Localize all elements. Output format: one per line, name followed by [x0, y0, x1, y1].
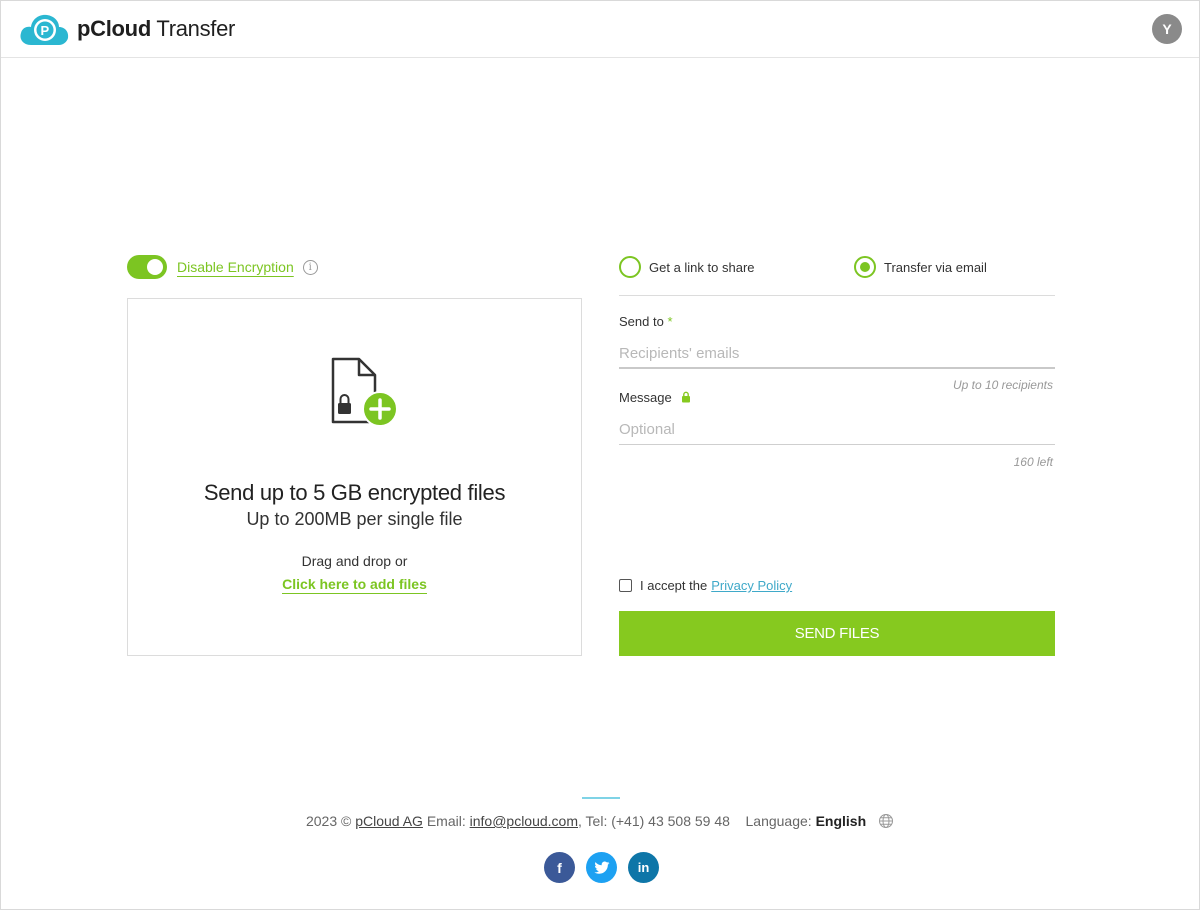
radio-label: Get a link to share: [649, 259, 755, 275]
message-input[interactable]: [619, 415, 1055, 445]
send-to-label: Send to *: [619, 314, 673, 329]
file-dropzone[interactable]: Send up to 5 GB encrypted files Up to 20…: [127, 298, 582, 656]
dropzone-subtitle: Up to 200MB per single file: [246, 509, 463, 529]
brand-name: pCloud Transfer: [77, 16, 236, 41]
toggle-knob: [147, 259, 163, 275]
svg-text:P: P: [41, 23, 50, 38]
transfer-mode-selector: Get a link to share Transfer via email: [619, 256, 1055, 296]
radio-get-link[interactable]: Get a link to share: [619, 256, 755, 278]
linkedin-icon[interactable]: in: [628, 852, 659, 883]
language-selector[interactable]: English: [816, 813, 867, 829]
lock-icon: [682, 391, 691, 403]
disable-encryption-link[interactable]: Disable Encryption: [177, 259, 294, 275]
add-files-link[interactable]: Click here to add files: [282, 576, 427, 594]
footer-info: 2023 © pCloud AG Email: info@pcloud.com,…: [1, 813, 1199, 829]
footer-divider: [582, 797, 620, 799]
pcloud-logo[interactable]: P pCloud Transfer: [19, 11, 235, 47]
radio-circle: [619, 256, 641, 278]
recipients-hint: Up to 10 recipients: [952, 378, 1053, 392]
radio-transfer-email[interactable]: Transfer via email: [854, 256, 987, 278]
user-avatar[interactable]: Y: [1152, 14, 1182, 44]
send-files-button[interactable]: SEND FILES: [619, 611, 1055, 656]
dropzone-title: Send up to 5 GB encrypted files: [203, 480, 506, 505]
encryption-toggle[interactable]: [127, 255, 167, 279]
accept-text: I accept the: [640, 578, 708, 593]
encrypted-file-add-icon: [331, 357, 398, 427]
privacy-policy-link[interactable]: Privacy Policy: [711, 578, 792, 593]
required-mark: *: [667, 314, 673, 329]
accept-policy-row: I accept the Privacy Policy: [619, 578, 792, 593]
message-chars-left: 160 left: [1013, 455, 1053, 469]
info-icon[interactable]: i: [302, 259, 318, 275]
drag-drop-text: Drag and drop or: [301, 553, 408, 569]
facebook-icon[interactable]: f: [544, 852, 575, 883]
twitter-bird-icon: [593, 861, 609, 874]
radio-circle-selected: [854, 256, 876, 278]
globe-icon[interactable]: [878, 813, 894, 829]
pcloud-cloud-icon: P: [20, 14, 69, 46]
twitter-icon[interactable]: [586, 852, 617, 883]
email-link[interactable]: info@pcloud.com: [470, 813, 578, 829]
recipients-input[interactable]: [619, 339, 1055, 369]
message-label: Message: [619, 390, 691, 405]
header: P pCloud Transfer Y: [1, 1, 1199, 58]
encryption-row: Disable Encryption i: [127, 255, 318, 279]
social-links: f in: [544, 852, 659, 883]
accept-policy-checkbox[interactable]: [619, 579, 632, 592]
company-link[interactable]: pCloud AG: [355, 813, 423, 829]
radio-label: Transfer via email: [884, 259, 987, 275]
